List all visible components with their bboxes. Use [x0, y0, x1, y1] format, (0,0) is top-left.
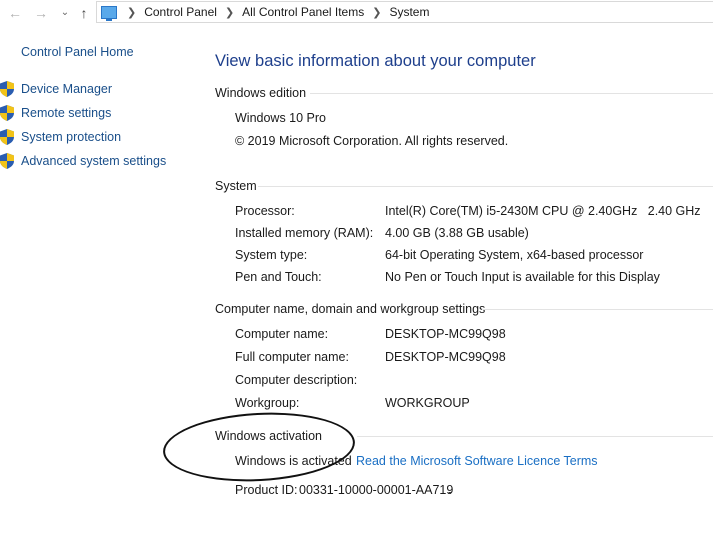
memory-value: 4.00 GB (3.88 GB usable) [385, 226, 529, 240]
pen-touch-label: Pen and Touch: [235, 270, 322, 284]
workgroup-label: Workgroup: [235, 396, 300, 410]
windows-edition-value: Windows 10 Pro [235, 111, 327, 125]
product-id-value: 00331-10000-00001-AA719 [299, 483, 454, 497]
processor-label: Processor: [235, 204, 295, 218]
computer-name-value: DESKTOP-MC99Q98 [385, 327, 506, 341]
section-divider [258, 186, 713, 187]
license-terms-link[interactable]: Read the Microsoft Software Licence Term… [356, 454, 598, 468]
system-type-label: System type: [235, 248, 308, 262]
system-type-value: 64-bit Operating System, x64-based proce… [385, 248, 644, 262]
main-content: View basic information about your comput… [0, 0, 713, 555]
section-header-system: System [215, 179, 257, 193]
section-divider [310, 93, 713, 94]
stray-dot [449, 492, 451, 494]
computer-name-label: Computer name: [235, 327, 329, 341]
section-divider [357, 436, 713, 437]
section-divider [482, 309, 713, 310]
hand-drawn-annotation-circle [161, 408, 357, 486]
pen-touch-value: No Pen or Touch Input is available for t… [385, 270, 660, 284]
full-computer-name-label: Full computer name: [235, 350, 349, 364]
section-header-computer-name: Computer name, domain and workgroup sett… [215, 302, 486, 316]
processor-value: Intel(R) Core(TM) i5-2430M CPU @ 2.40GHz… [385, 204, 701, 218]
workgroup-value: WORKGROUP [385, 396, 470, 410]
section-header-windows-edition: Windows edition [215, 86, 307, 100]
page-title: View basic information about your comput… [215, 52, 536, 70]
computer-description-label: Computer description: [235, 373, 358, 387]
memory-label: Installed memory (RAM): [235, 226, 374, 240]
copyright-text: © 2019 Microsoft Corporation. All rights… [235, 134, 509, 148]
activation-status: Windows is activated [235, 454, 352, 468]
section-header-windows-activation: Windows activation [215, 429, 322, 443]
full-computer-name-value: DESKTOP-MC99Q98 [385, 350, 506, 364]
product-id-label: Product ID: [235, 483, 298, 497]
